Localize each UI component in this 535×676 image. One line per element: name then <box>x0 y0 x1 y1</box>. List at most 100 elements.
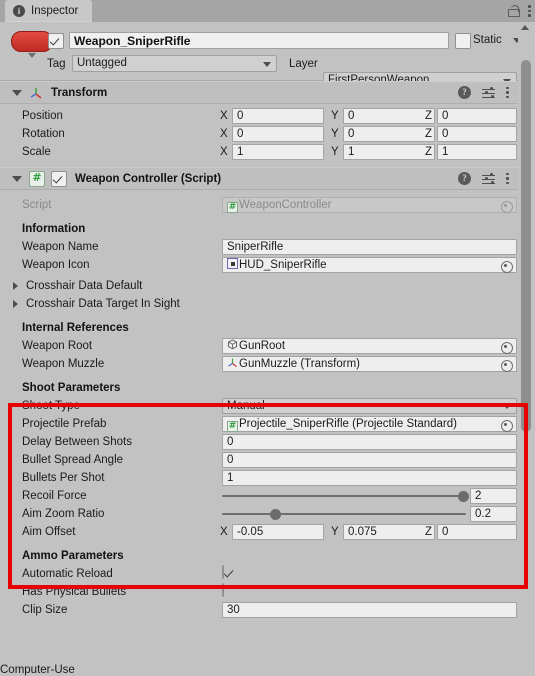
object-picker-icon[interactable] <box>501 420 513 432</box>
vertical-scrollbar[interactable] <box>519 22 531 664</box>
clip-size-input[interactable]: 30 <box>222 602 517 618</box>
transform-header[interactable]: Transform ? <box>0 81 518 104</box>
static-checkbox[interactable] <box>455 33 471 49</box>
weapon-controller-foldout-icon[interactable] <box>12 175 22 182</box>
rotation-z-input[interactable]: 0 <box>437 126 517 142</box>
aim-zoom-ratio-slider[interactable] <box>222 513 466 515</box>
delay-between-shots-input[interactable]: 0 <box>222 434 517 450</box>
csharp-script-icon: # <box>227 421 238 432</box>
object-picker-icon <box>501 201 513 213</box>
script-value: WeaponController <box>239 199 332 211</box>
automatic-reload-label: Automatic Reload <box>22 568 113 580</box>
row-recoil-force: Recoil Force 2 <box>0 487 518 505</box>
bullets-per-shot-input[interactable]: 1 <box>222 470 517 486</box>
weapon-controller-header[interactable]: # Weapon Controller (Script) ? <box>0 167 518 190</box>
object-picker-icon[interactable] <box>501 342 513 354</box>
section-header: Shoot Parameters <box>22 382 121 394</box>
row-bullet-spread-angle: Bullet Spread Angle 0 <box>0 451 518 469</box>
chevron-down-icon[interactable] <box>28 53 36 58</box>
projectile-prefab-object-field[interactable]: # Projectile_SniperRifle (Projectile Stan… <box>222 416 517 432</box>
section-header: Ammo Parameters <box>22 550 124 562</box>
weapon-icon-label: Weapon Icon <box>22 259 90 271</box>
preset-settings-icon[interactable] <box>482 87 495 99</box>
row-delay-between-shots: Delay Between Shots 0 <box>0 433 518 451</box>
weapon-icon-object-field[interactable]: HUD_SniperRifle <box>222 257 517 273</box>
position-x-input[interactable]: 0 <box>232 108 324 124</box>
transform-title: Transform <box>51 86 108 99</box>
transform-rows: Position X 0 Y 0 Z 0 Rotation X 0 Y 0 Z … <box>0 104 518 167</box>
preset-settings-icon[interactable] <box>482 173 495 185</box>
shoot-type-dropdown[interactable]: Manual <box>222 398 517 414</box>
section-shoot-parameters: Shoot Parameters <box>0 379 518 397</box>
row-projectile-prefab: Projectile Prefab # Projectile_SniperRifl… <box>0 415 518 433</box>
transform-row-position: Position X 0 Y 0 Z 0 <box>0 107 518 125</box>
section-header: Information <box>22 223 86 235</box>
object-picker-icon[interactable] <box>501 360 513 372</box>
row-label: Position <box>22 110 63 122</box>
aim-zoom-ratio-slider-handle[interactable] <box>270 509 282 520</box>
aim-offset-y-input[interactable]: 0.075 <box>343 524 435 540</box>
scrollbar-track[interactable] <box>520 36 531 660</box>
foldout-crosshair-default[interactable]: Crosshair Data Default <box>0 277 518 295</box>
scrollbar-thumb[interactable] <box>521 60 531 432</box>
help-icon[interactable]: ? <box>458 86 471 99</box>
gameobject-name-input[interactable]: Weapon_SniperRifle <box>69 32 449 49</box>
tab-inspector[interactable]: i Inspector <box>5 0 93 22</box>
static-dropdown-icon[interactable] <box>513 38 518 43</box>
weapon-muzzle-label: Weapon Muzzle <box>22 358 105 370</box>
recoil-force-input[interactable]: 2 <box>470 488 517 504</box>
aim-offset-x-input[interactable]: -0.05 <box>232 524 324 540</box>
aim-zoom-ratio-input[interactable]: 0.2 <box>470 506 517 522</box>
axis-label-x: X <box>220 110 228 122</box>
weapon-name-input[interactable]: SniperRifle <box>222 239 517 255</box>
component-weapon-controller: # Weapon Controller (Script) ? Script # … <box>0 167 518 619</box>
axis-label-y: Y <box>331 526 339 538</box>
weapon-muzzle-object-field[interactable]: GunMuzzle (Transform) <box>222 356 517 372</box>
rotation-y-input[interactable]: 0 <box>343 126 435 142</box>
scale-z-input[interactable]: 1 <box>437 144 517 160</box>
help-icon[interactable]: ? <box>458 172 471 185</box>
script-label: Script <box>22 199 52 211</box>
prefab-capsule-icon[interactable] <box>11 31 53 52</box>
recoil-force-slider[interactable] <box>222 495 466 497</box>
projectile-prefab-value: Projectile_SniperRifle (Projectile Stand… <box>239 418 457 430</box>
row-label: Rotation <box>22 128 65 140</box>
bullet-spread-angle-label: Bullet Spread Angle <box>22 454 124 466</box>
tag-dropdown[interactable]: Untagged <box>72 55 277 72</box>
has-physical-bullets-checkbox[interactable] <box>222 583 224 597</box>
axis-label-z: Z <box>425 146 433 158</box>
kebab-menu-icon[interactable] <box>506 172 509 185</box>
row-clip-size: Clip Size 30 <box>0 601 518 619</box>
chevron-right-icon[interactable] <box>13 282 18 290</box>
rotation-x-input[interactable]: 0 <box>232 126 324 142</box>
position-z-input[interactable]: 0 <box>437 108 517 124</box>
scale-x-input[interactable]: 1 <box>232 144 324 160</box>
foldout-crosshair-target-in-sight[interactable]: Crosshair Data Target In Sight <box>0 295 518 313</box>
automatic-reload-checkbox[interactable] <box>222 565 224 579</box>
csharp-script-icon: # <box>29 170 45 187</box>
row-automatic-reload: Automatic Reload <box>0 565 518 583</box>
weapon-muzzle-value: GunMuzzle (Transform) <box>239 358 360 370</box>
row-shoot-type: Shoot Type Manual <box>0 397 518 415</box>
weapon-controller-title: Weapon Controller (Script) <box>75 172 222 185</box>
row-script: Script # WeaponController <box>0 196 518 214</box>
scale-y-input[interactable]: 1 <box>343 144 435 160</box>
weapon-controller-enabled-checkbox[interactable] <box>51 170 67 187</box>
layer-label: Layer <box>289 58 318 70</box>
gameobject-active-checkbox[interactable] <box>48 33 64 49</box>
section-ammo-parameters: Ammo Parameters <box>0 547 518 565</box>
object-picker-icon[interactable] <box>501 261 513 273</box>
section-internal-references: Internal References <box>0 319 518 337</box>
lock-icon[interactable] <box>508 5 520 17</box>
kebab-menu-icon[interactable] <box>528 5 531 17</box>
scroll-up-arrow-icon[interactable] <box>521 25 529 30</box>
chevron-right-icon[interactable] <box>13 300 18 308</box>
position-y-input[interactable]: 0 <box>343 108 435 124</box>
weapon-root-object-field[interactable]: GunRoot <box>222 338 517 354</box>
aim-offset-z-input[interactable]: 0 <box>437 524 517 540</box>
transform-foldout-icon[interactable] <box>12 89 22 96</box>
recoil-force-slider-handle[interactable] <box>458 491 470 502</box>
weapon-icon-value: HUD_SniperRifle <box>239 259 327 271</box>
bullet-spread-angle-input[interactable]: 0 <box>222 452 517 468</box>
kebab-menu-icon[interactable] <box>506 86 509 99</box>
